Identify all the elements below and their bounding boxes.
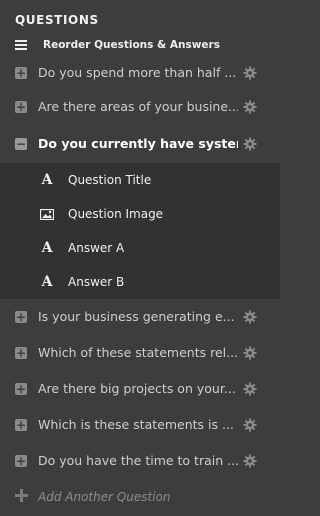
hamburger-icon xyxy=(15,40,27,50)
gear-icon[interactable] xyxy=(243,382,257,396)
text-A-icon: A xyxy=(41,172,53,188)
question-label: Is your business generating e... xyxy=(38,309,235,324)
gear-icon[interactable] xyxy=(243,310,257,324)
expand-icon[interactable]: + xyxy=(15,383,27,395)
reorder-button[interactable]: Reorder Questions & Answers xyxy=(15,36,220,54)
question-label: Which is these statements is ... xyxy=(38,417,234,432)
image-icon xyxy=(39,206,55,222)
question-row-expanded[interactable]: − Do you currently have system... xyxy=(0,127,280,161)
question-label: Do you currently have system... xyxy=(38,136,238,151)
expand-icon[interactable]: + xyxy=(15,455,27,467)
question-row[interactable]: + Do you have the time to train ... xyxy=(0,444,280,478)
expand-icon[interactable]: + xyxy=(15,311,27,323)
gear-icon[interactable] xyxy=(243,100,257,114)
expand-icon[interactable]: + xyxy=(15,347,27,359)
plus-icon xyxy=(15,489,28,502)
sub-item-answer-a[interactable]: A Answer A xyxy=(0,231,280,265)
add-question-label: Add Another Question xyxy=(38,490,171,504)
gear-icon[interactable] xyxy=(243,66,257,80)
gear-icon[interactable] xyxy=(243,454,257,468)
question-sub-items: A Question Title Question Image A Answer… xyxy=(0,163,280,299)
gear-icon[interactable] xyxy=(243,346,257,360)
question-label: Do you have the time to train ... xyxy=(38,453,238,468)
sub-item-question-title[interactable]: A Question Title xyxy=(0,163,280,197)
sub-item-answer-b[interactable]: A Answer B xyxy=(0,265,280,299)
question-row[interactable]: + Are there big projects on your... xyxy=(0,372,280,406)
collapse-icon[interactable]: − xyxy=(15,138,27,150)
question-label: Do you spend more than half ... xyxy=(38,65,237,80)
sub-item-question-image[interactable]: Question Image xyxy=(0,197,280,231)
expand-icon[interactable]: + xyxy=(15,101,27,113)
text-A-icon: A xyxy=(41,240,53,256)
question-row[interactable]: + Which is these statements is ... xyxy=(0,408,280,442)
gear-icon[interactable] xyxy=(243,137,257,151)
question-label: Which of these statements rel... xyxy=(38,345,238,360)
add-question-button[interactable]: Add Another Question xyxy=(0,484,280,514)
reorder-label: Reorder Questions & Answers xyxy=(43,39,220,51)
question-row[interactable]: + Is your business generating e... xyxy=(0,300,280,334)
gear-icon[interactable] xyxy=(243,418,257,432)
question-row[interactable]: + Do you spend more than half ... xyxy=(0,56,280,90)
sub-item-label: Answer B xyxy=(68,275,125,289)
question-row[interactable]: + Are there areas of your busine... xyxy=(0,90,280,124)
text-A-icon: A xyxy=(41,274,53,290)
question-label: Are there areas of your busine... xyxy=(38,99,238,114)
expand-icon[interactable]: + xyxy=(15,419,27,431)
sub-item-label: Question Title xyxy=(68,173,152,187)
question-label: Are there big projects on your... xyxy=(38,381,236,396)
question-row[interactable]: + Which of these statements rel... xyxy=(0,336,280,370)
expand-icon[interactable]: + xyxy=(15,67,27,79)
sub-item-label: Question Image xyxy=(68,207,164,221)
sub-item-label: Answer A xyxy=(68,241,125,255)
panel-title: QUESTIONS xyxy=(15,13,99,27)
